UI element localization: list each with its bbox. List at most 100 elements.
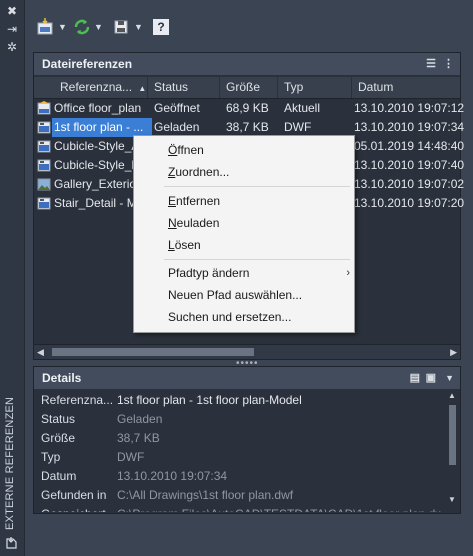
menu-item-attach[interactable]: Zuordnen... xyxy=(168,162,229,182)
scroll-left-icon[interactable]: ◀ xyxy=(37,345,44,359)
menu-item-label: euladen xyxy=(176,216,220,230)
detail-key: Gefunden in xyxy=(41,488,107,502)
menu-item-label: Neuen Pfad auswählen... xyxy=(168,288,303,302)
cell-type: Aktuell xyxy=(284,101,321,115)
menu-item-detach[interactable]: Entfernen xyxy=(168,191,220,211)
cell-date: 13.10.2010 19:07:40 xyxy=(354,158,465,172)
menu-item-label: ntfernen xyxy=(176,194,221,208)
detail-key: Größe xyxy=(41,431,76,445)
column-header-status[interactable]: Status xyxy=(148,77,220,98)
detail-value: Geladen xyxy=(117,412,163,426)
panel-title: Dateireferenzen xyxy=(42,57,133,71)
horizontal-scrollbar[interactable]: ◀ ▶ xyxy=(34,344,460,359)
scrollbar-thumb[interactable] xyxy=(52,348,254,356)
toolbar: ▼ ▼ ▼ ? xyxy=(25,10,473,44)
access-key: N xyxy=(168,216,177,230)
detail-key: Gespeichert... xyxy=(41,505,116,512)
change-path-button[interactable]: ▼ xyxy=(113,16,143,38)
menu-item-find-replace[interactable]: Suchen und ersetzen... xyxy=(168,307,291,327)
column-header-date[interactable]: Datum xyxy=(352,77,460,98)
access-key: L xyxy=(168,238,175,252)
vertical-scrollbar[interactable]: ▲ ▼ xyxy=(447,391,458,511)
detail-key: Referenzna... xyxy=(41,393,114,407)
scroll-right-icon[interactable]: ▶ xyxy=(450,345,457,359)
dwf-icon xyxy=(37,121,51,134)
access-key: Ö xyxy=(168,143,178,157)
column-label: Referenzna... xyxy=(60,80,133,94)
cell-size: 68,9 KB xyxy=(226,101,269,115)
menu-item-label: Pfadtyp ändern xyxy=(168,266,250,280)
detail-row: Referenzna... 1st floor plan - 1st floor … xyxy=(41,391,441,409)
menu-item-reload[interactable]: Neuladen xyxy=(168,213,219,233)
details-view-icon[interactable]: ▤ xyxy=(410,367,420,389)
menu-separator xyxy=(164,259,350,260)
attach-dwg-button[interactable]: ▼ xyxy=(37,16,67,38)
chevron-down-icon[interactable]: ▼ xyxy=(94,22,103,32)
detail-value: C:\All Drawings\1st floor plan.dwf xyxy=(117,488,294,502)
detail-key: Status xyxy=(41,412,76,426)
column-header-type[interactable]: Typ xyxy=(278,77,352,98)
detail-row: Gespeichert...C:\Program Files\AutoCAD\T… xyxy=(41,505,441,512)
detail-value: C:\Program Files\AutoCAD\TESTDATA\CAD\1s… xyxy=(117,505,441,512)
detail-key: Typ xyxy=(41,450,61,464)
cell-date: 13.10.2010 19:07:02 xyxy=(354,177,465,191)
menu-item-label: uordnen... xyxy=(175,165,230,179)
detail-row: Größe 38,7 KB xyxy=(41,429,441,447)
detail-value: 13.10.2010 19:07:34 xyxy=(117,469,228,483)
context-menu: Öffnen Zuordnen... Entfernen Neuladen Lö… xyxy=(133,135,355,333)
chevron-right-icon: › xyxy=(346,267,350,279)
column-label: Größe xyxy=(226,80,261,94)
menu-item-open[interactable]: Öffnen xyxy=(168,140,204,160)
sort-ascending-icon: ▲ xyxy=(138,84,147,93)
tree-view-icon[interactable]: ⋮ xyxy=(443,53,454,75)
help-button[interactable]: ? xyxy=(153,16,169,38)
chevron-down-icon[interactable]: ▼ xyxy=(134,22,143,32)
preview-view-icon[interactable]: ▣ xyxy=(426,367,436,389)
details-panel: Details ▤ ▣ ▼ Referenzna... 1st floor pla… xyxy=(33,366,461,514)
cell-date: 13.10.2010 19:07:34 xyxy=(354,120,465,134)
attach-icon[interactable] xyxy=(4,536,20,550)
menu-separator xyxy=(164,186,350,187)
autohide-icon[interactable]: ⇥ xyxy=(4,22,20,36)
dwf-icon xyxy=(37,159,51,172)
detail-value: 38,7 KB xyxy=(117,431,160,445)
dwg-icon xyxy=(37,101,51,115)
column-label: Datum xyxy=(358,80,394,94)
column-label: Typ xyxy=(284,80,304,94)
column-label: Status xyxy=(154,80,189,94)
attach-dwg-icon xyxy=(37,18,53,35)
detail-row: Datum 13.10.2010 19:07:34 xyxy=(41,467,441,485)
settings-icon[interactable]: ✲ xyxy=(4,40,20,54)
scrollbar-thumb[interactable] xyxy=(449,405,456,465)
chevron-down-icon[interactable]: ▼ xyxy=(58,22,67,32)
help-icon: ? xyxy=(153,19,169,35)
close-icon[interactable]: ✖ xyxy=(4,4,20,18)
menu-item-label: ösen xyxy=(174,238,201,252)
table-row[interactable]: Office floor_plan Geöffnet 68,9 KB Aktuell 1… xyxy=(34,99,464,118)
collapse-icon[interactable]: ▼ xyxy=(445,367,454,389)
refresh-icon xyxy=(74,19,90,35)
cell-status: Geöffnet xyxy=(154,101,200,115)
detail-row: Gefunden in C:\All Drawings\1st floor pla… xyxy=(41,486,441,504)
details-header: Details ▤ ▣ ▼ xyxy=(34,367,460,389)
refresh-button[interactable]: ▼ xyxy=(73,16,103,38)
palette-title-bar: ✖ ⇥ ✲ EXTERNE REFERENZEN xyxy=(0,0,25,556)
scroll-up-icon[interactable]: ▲ xyxy=(448,391,456,400)
cell-date: 13.10.2010 19:07:20 xyxy=(354,196,465,210)
column-header-row: Referenzna... ▲ Status Größe Typ Datum xyxy=(34,77,460,99)
dwf-icon xyxy=(37,140,51,153)
file-references-header: Dateireferenzen ☰ ⋮ xyxy=(34,53,460,75)
menu-item-path-type[interactable]: Pfadtyp ändern › xyxy=(168,263,350,283)
menu-item-label: Suchen und ersetzen... xyxy=(168,310,292,324)
list-view-icon[interactable]: ☰ xyxy=(426,53,436,75)
detail-row: Typ DWF xyxy=(41,448,441,466)
access-key: E xyxy=(168,194,177,208)
detail-value: DWF xyxy=(117,450,145,464)
menu-item-unload[interactable]: Lösen xyxy=(168,235,201,255)
column-header-size[interactable]: Größe xyxy=(220,77,278,98)
cell-date: 13.10.2010 19:07:12 xyxy=(354,101,465,115)
menu-item-select-new-path[interactable]: Neuen Pfad auswählen... xyxy=(168,285,302,305)
column-header-name[interactable]: Referenzna... ▲ xyxy=(34,77,148,98)
scroll-down-icon[interactable]: ▼ xyxy=(448,495,456,504)
menu-item-label: ffnen xyxy=(177,143,204,157)
